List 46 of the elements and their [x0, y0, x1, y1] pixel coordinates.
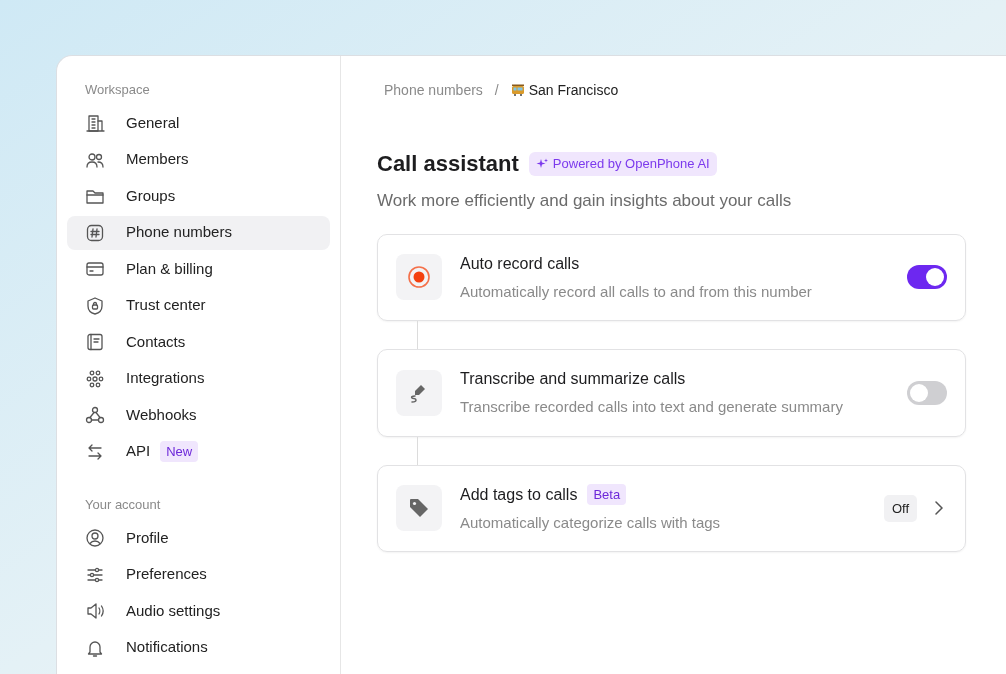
sidebar-item[interactable]: API New	[67, 434, 330, 469]
credit-card-icon	[85, 259, 105, 279]
sidebar-item[interactable]: Webhooks	[67, 398, 330, 432]
breadcrumb-current: San Francisco	[528, 80, 619, 100]
setting-description: Transcribe recorded calls into text and generate summary	[460, 397, 844, 417]
beta-badge: Beta	[587, 483, 627, 506]
sidebar-item[interactable]: Members	[67, 142, 330, 177]
toggle-switch[interactable]	[907, 265, 947, 290]
book-icon	[85, 332, 105, 352]
sidebar-item[interactable]: Integrations	[67, 361, 330, 396]
sidebar-item[interactable]: General	[67, 106, 330, 140]
breadcrumb-separator: /	[494, 80, 499, 100]
nodes-icon	[85, 368, 105, 389]
setting-description: Automatically record all calls to and from this number	[460, 281, 813, 302]
ai-badge: Powered by OpenPhone AI	[528, 151, 717, 176]
setting-title: Add tags to calls	[460, 484, 578, 505]
speaker-icon	[85, 601, 105, 621]
setting-title: Transcribe and summarize calls	[460, 369, 686, 389]
chevron-right-icon	[935, 501, 943, 516]
sidebar-item[interactable]: Audio settings	[67, 594, 330, 628]
toggle-switch[interactable]	[907, 380, 947, 405]
hash-icon	[85, 222, 105, 243]
record-icon	[407, 265, 431, 290]
sidebar-item[interactable]: Profile	[67, 521, 330, 555]
sidebar-item[interactable]: Groups	[67, 179, 330, 213]
sidebar-item[interactable]: Preferences	[67, 557, 330, 592]
user-icon	[85, 528, 105, 548]
setting-title: Auto record calls	[460, 253, 580, 274]
sidebar-item[interactable]: Notifications	[67, 630, 330, 665]
webhook-icon	[85, 405, 105, 425]
section-heading: Your account	[84, 496, 162, 514]
sidebar-item[interactable]: Contacts	[67, 325, 330, 359]
sidebar-item[interactable]: Trust center	[67, 288, 330, 323]
setting-card[interactable]: Add tags to calls Beta Automatically categorize calls with tags Off	[377, 464, 966, 552]
tram-icon	[510, 83, 525, 97]
status-badge: Off	[883, 494, 917, 522]
building-icon	[85, 113, 105, 133]
breadcrumb-link[interactable]: Phone numbers	[384, 79, 483, 101]
section-heading: Workspace	[84, 81, 151, 99]
sidebar-item[interactable]: Plan & billing	[67, 252, 330, 286]
new-badge: New	[160, 440, 199, 463]
shield-icon	[85, 295, 105, 316]
page-title: Call assistant	[377, 150, 519, 178]
setting-description: Automatically categorize calls with tags	[460, 512, 722, 533]
sidebar-item[interactable]: Phone numbers	[67, 215, 330, 250]
page-subtitle: Work more efficiently and gain insights about your calls	[377, 190, 793, 212]
